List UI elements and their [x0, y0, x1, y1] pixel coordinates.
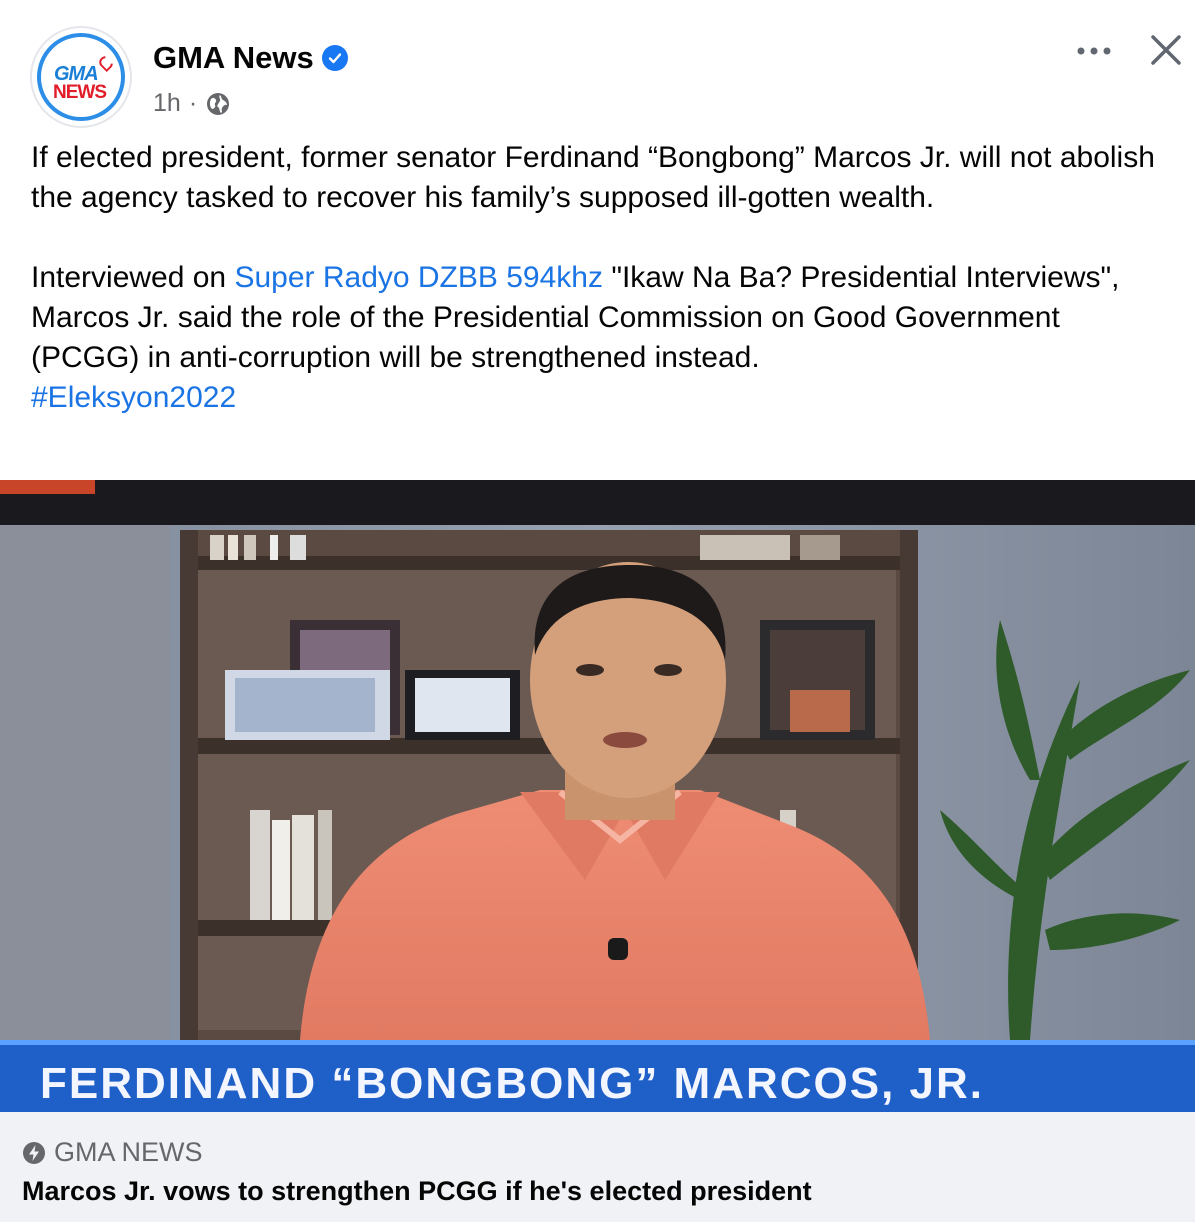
verified-badge-icon — [321, 45, 348, 71]
link-source-row: GMA NEWS — [22, 1137, 203, 1168]
close-button[interactable] — [1146, 30, 1186, 70]
close-icon — [1151, 35, 1181, 65]
gma-news-logo: GMA NEWS — [37, 33, 125, 121]
post-meta: 1h · — [153, 89, 231, 118]
logo-heart-icon — [96, 53, 116, 73]
post-paragraph-1: If elected president, former senator Fer… — [31, 141, 1155, 214]
more-dots-icon — [1077, 47, 1111, 55]
more-options-button[interactable] — [1074, 36, 1114, 66]
hashtag-link[interactable]: #Eleksyon2022 — [31, 381, 236, 414]
link-headline[interactable]: Marcos Jr. vows to strengthen PCGG if he… — [22, 1176, 812, 1207]
post-header: GMA NEWS GMA News 1h · — [0, 0, 1195, 135]
interview-scene: FERDINAND “BONGBONG” MARCOS, JR. — [0, 480, 1195, 1112]
dzbb-link[interactable]: Super Radyo DZBB 594khz — [234, 261, 603, 294]
page-name[interactable]: GMA News — [153, 40, 314, 76]
lower-third-text: FERDINAND “BONGBONG” MARCOS, JR. — [40, 1059, 984, 1108]
post-paragraph-2: Interviewed on Super Radyo DZBB 594khz "… — [31, 258, 1176, 378]
meta-separator: · — [188, 89, 198, 117]
page-name-row: GMA News — [153, 40, 348, 76]
post-time[interactable]: 1h — [153, 89, 181, 118]
post-body: If elected president, former senator Fer… — [31, 138, 1176, 418]
globe-icon — [207, 92, 230, 115]
page-avatar[interactable]: GMA NEWS — [30, 26, 132, 128]
post-video-thumbnail[interactable]: FERDINAND “BONGBONG” MARCOS, JR. — [0, 480, 1195, 1112]
link-source: GMA NEWS — [54, 1137, 203, 1167]
lightning-icon — [23, 1141, 45, 1164]
paragraph-2-prefix: Interviewed on — [31, 261, 235, 294]
logo-text-news: NEWS — [53, 82, 107, 103]
